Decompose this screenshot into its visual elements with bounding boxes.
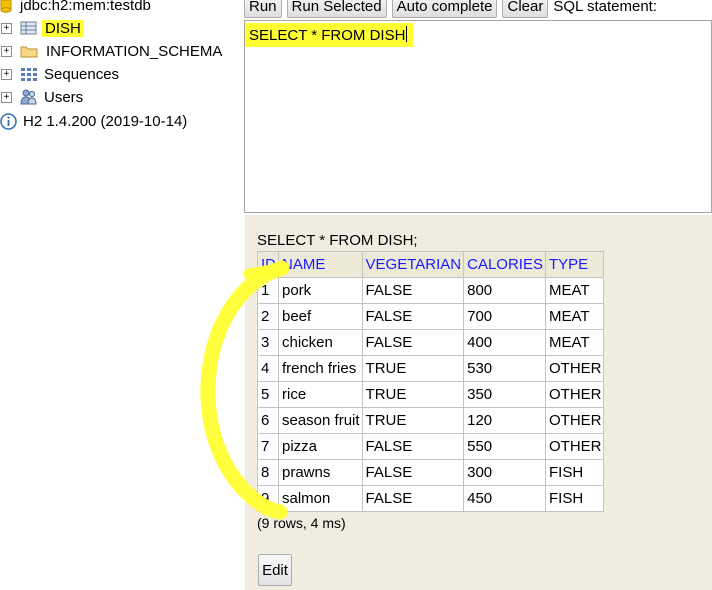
table-cell: 800 — [463, 277, 546, 304]
table-cell: 6 — [257, 407, 279, 434]
table-row: 6 season fruit TRUE 120 OTHER — [257, 407, 605, 434]
clear-button[interactable]: Clear — [502, 0, 549, 18]
expand-icon[interactable]: + — [1, 91, 12, 103]
tree-item-label: DISH — [42, 19, 84, 37]
table-cell: salmon — [278, 485, 363, 512]
tree-item-label: Users — [44, 88, 84, 106]
table-cell: OTHER — [544, 433, 605, 460]
table-cell: 8 — [257, 459, 279, 486]
table-row: 4 french fries TRUE 530 OTHER — [257, 355, 605, 382]
sql-value: SELECT * FROM DISH — [249, 27, 406, 44]
tree-item-label: Sequences — [44, 65, 120, 83]
expand-icon[interactable]: + — [1, 45, 12, 57]
run-selected-button[interactable]: Run Selected — [286, 0, 387, 18]
table-cell: french fries — [278, 355, 363, 382]
edit-button[interactable]: Edit — [258, 554, 292, 586]
table-cell: FALSE — [361, 303, 465, 330]
table-row: 7 pizza FALSE 550 OTHER — [257, 433, 605, 460]
table-cell: chicken — [278, 329, 363, 356]
table-cell: MEAT — [544, 303, 605, 330]
table-cell: OTHER — [544, 355, 605, 382]
table-cell: 2 — [257, 303, 279, 330]
sql-text: SELECT * FROM DISH — [245, 23, 414, 47]
sql-input[interactable]: SELECT * FROM DISH — [244, 20, 712, 213]
table-cell: TRUE — [361, 407, 465, 434]
table-row: 2 beef FALSE 700 MEAT — [257, 303, 605, 330]
info-icon — [0, 113, 17, 130]
table-cell: OTHER — [544, 407, 605, 434]
result-table: ID NAME VEGETARIAN CALORIES TYPE 1 pork FALSE 8… — [257, 251, 605, 512]
table-cell: OTHER — [544, 381, 605, 408]
result-query: SELECT * FROM DISH; — [257, 232, 418, 249]
tree-item-information-schema[interactable]: + INFORMATION_SCHEMA — [0, 40, 222, 62]
table-cell: 5 — [257, 381, 279, 408]
table-cell: 9 — [257, 485, 279, 512]
query-toolbar: Run Run Selected Auto complete Clear SQL… — [244, 0, 657, 18]
table-cell: rice — [278, 381, 363, 408]
table-cell: 550 — [463, 433, 546, 460]
database-icon — [0, 0, 12, 13]
table-icon — [20, 20, 38, 36]
auto-complete-button[interactable]: Auto complete — [391, 0, 498, 18]
tree-version: H2 1.4.200 (2019-10-14) — [0, 110, 187, 132]
table-cell: 300 — [463, 459, 546, 486]
table-cell: 7 — [257, 433, 279, 460]
users-icon — [20, 89, 38, 105]
table-row: 8 prawns FALSE 300 FISH — [257, 459, 605, 486]
folder-icon — [20, 43, 38, 59]
tree-item-sequences[interactable]: + Sequences — [0, 63, 119, 85]
table-row: 3 chicken FALSE 400 MEAT — [257, 329, 605, 356]
table-cell: pizza — [278, 433, 363, 460]
table-cell: prawns — [278, 459, 363, 486]
table-cell: 120 — [463, 407, 546, 434]
result-status: (9 rows, 4 ms) — [257, 515, 346, 531]
table-cell: FALSE — [361, 277, 465, 304]
column-header[interactable]: NAME — [278, 251, 363, 278]
sql-statement-label: SQL statement: — [553, 0, 658, 15]
expand-icon[interactable]: + — [1, 22, 12, 34]
column-header[interactable]: ID — [257, 251, 279, 278]
version-label: H2 1.4.200 (2019-10-14) — [23, 112, 188, 130]
table-header-row: ID NAME VEGETARIAN CALORIES TYPE — [257, 251, 605, 278]
table-cell: season fruit — [278, 407, 363, 434]
table-row: 1 pork FALSE 800 MEAT — [257, 277, 605, 304]
table-cell: TRUE — [361, 355, 465, 382]
column-header[interactable]: VEGETARIAN — [361, 251, 465, 278]
result-panel: SELECT * FROM DISH; ID NAME VEGETARIAN CALO… — [245, 215, 712, 590]
table-cell: FISH — [544, 459, 605, 486]
text-caret — [406, 26, 408, 42]
table-cell: MEAT — [544, 329, 605, 356]
run-button[interactable]: Run — [244, 0, 282, 18]
table-cell: 700 — [463, 303, 546, 330]
table-cell: FALSE — [361, 485, 465, 512]
table-cell: 400 — [463, 329, 546, 356]
column-header[interactable]: CALORIES — [463, 251, 546, 278]
table-cell: beef — [278, 303, 363, 330]
tree-item-dish[interactable]: + DISH — [0, 17, 84, 39]
sequences-icon — [20, 66, 38, 82]
table-row: 5 rice TRUE 350 OTHER — [257, 381, 605, 408]
object-tree: jdbc:h2:mem:testdb + DISH + INFORMATION_… — [0, 0, 240, 590]
column-header[interactable]: TYPE — [544, 251, 605, 278]
table-cell: 450 — [463, 485, 546, 512]
tree-connection[interactable]: jdbc:h2:mem:testdb — [0, 0, 151, 16]
table-cell: 3 — [257, 329, 279, 356]
expand-icon[interactable]: + — [1, 68, 12, 80]
table-cell: pork — [278, 277, 363, 304]
table-cell: FALSE — [361, 459, 465, 486]
tree-item-users[interactable]: + Users — [0, 86, 83, 108]
connection-label: jdbc:h2:mem:testdb — [20, 0, 151, 14]
table-cell: TRUE — [361, 381, 465, 408]
table-cell: FALSE — [361, 433, 465, 460]
table-cell: FALSE — [361, 329, 465, 356]
tree-item-label: INFORMATION_SCHEMA — [46, 42, 223, 60]
table-cell: 530 — [463, 355, 546, 382]
table-cell: MEAT — [544, 277, 605, 304]
table-cell: FISH — [544, 485, 605, 512]
table-cell: 1 — [257, 277, 279, 304]
table-cell: 350 — [463, 381, 546, 408]
table-cell: 4 — [257, 355, 279, 382]
table-row: 9 salmon FALSE 450 FISH — [257, 485, 605, 512]
